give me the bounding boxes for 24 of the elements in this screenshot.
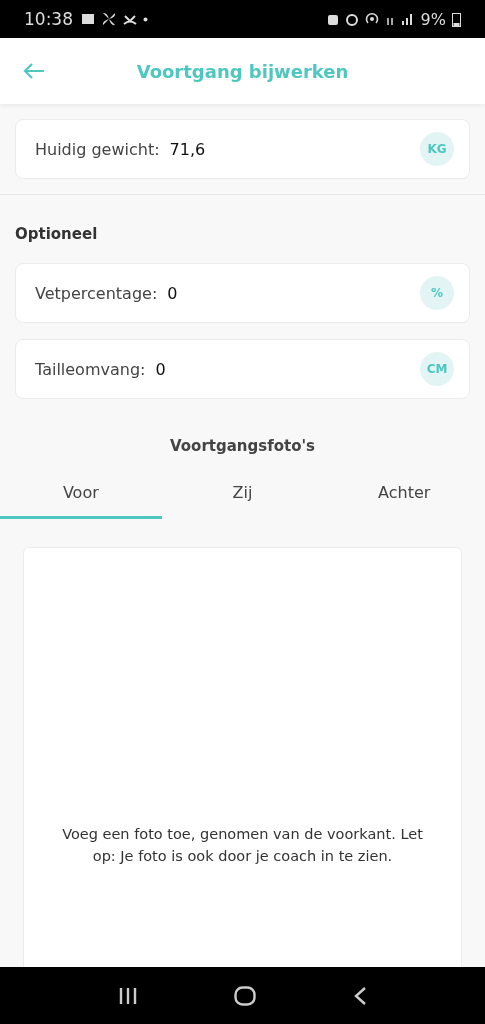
- signal-icon: [400, 13, 415, 25]
- hotspot-icon: [364, 12, 379, 26]
- unit-badge: %: [420, 276, 454, 310]
- measure-field[interactable]: Tailleomvang: 0 CM: [15, 339, 470, 399]
- photos-heading: Voortgangsfoto's: [169, 437, 316, 455]
- battery-percent: 9%: [420, 9, 446, 29]
- measure-field[interactable]: Vetpercentage: 0 %: [15, 263, 470, 323]
- unit-badge: CM: [420, 352, 454, 386]
- battery-icon: [452, 11, 461, 27]
- alarm-icon: [344, 12, 359, 26]
- recent-apps-icon[interactable]: [118, 986, 139, 1005]
- weight-field[interactable]: Huidig gewicht: 71,6 KG: [15, 119, 470, 179]
- section-heading: Optioneel: [15, 225, 99, 243]
- status-time: 10:38: [24, 9, 73, 29]
- back-icon[interactable]: [352, 985, 367, 1006]
- photo-tab[interactable]: Zij: [161, 475, 324, 519]
- photo-tab[interactable]: Achter: [323, 475, 485, 519]
- photo-upload-area[interactable]: Voeg een foto toe, genomen van de voorkant. Let op: Je foto is ook door je coach in te zien.: [23, 547, 462, 967]
- unit-badge: KG: [420, 132, 454, 166]
- gallery-icon: [81, 13, 95, 25]
- photo-tab[interactable]: Voor: [0, 475, 162, 519]
- home-icon[interactable]: [234, 985, 257, 1006]
- screen-title: Voortgang bijwerken: [136, 60, 349, 82]
- dot-icon: [143, 16, 148, 22]
